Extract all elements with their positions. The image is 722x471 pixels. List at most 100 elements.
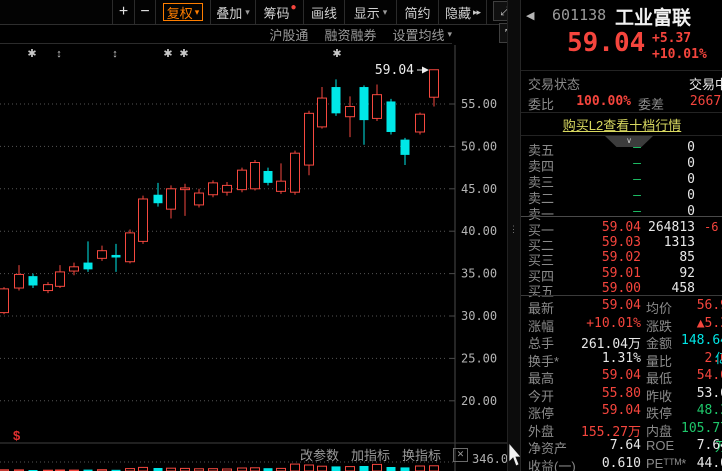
- draw-line-button[interactable]: 画线: [303, 0, 344, 24]
- buy-l2-link[interactable]: 购买L2查看十档行情: [521, 115, 722, 134]
- subheader-item-margin[interactable]: 融资融券: [324, 25, 376, 44]
- candle-body: [305, 113, 314, 165]
- weicha-value: 26676: [671, 94, 722, 109]
- y-axis-tick-label: 55.00: [461, 97, 497, 111]
- simple-mode-button[interactable]: 简约: [396, 0, 438, 24]
- chart-subheader: 沪股通 融资融券 设置均线▾: [0, 26, 452, 44]
- ask-row: 卖五 — 0: [521, 140, 722, 155]
- y-axis-tick-label: 35.00: [461, 267, 497, 281]
- chart-toolbar: + − 复权▾ 叠加▾ 筹码● 画线 显示▾ 简约 隐藏▸▸: [0, 0, 520, 25]
- event-marker-icon: ✱: [332, 48, 341, 60]
- y-axis-tick-label: 30.00: [461, 309, 497, 323]
- chevron-down-icon: ▾: [245, 7, 250, 18]
- volume-bar: [305, 465, 314, 471]
- candle-body: [126, 233, 135, 262]
- ask-row: 卖三 — 0: [521, 172, 722, 187]
- back-arrow-button[interactable]: ◀: [526, 9, 534, 22]
- level-price: 59.00: [581, 281, 641, 296]
- adjust-price-label: 复权: [167, 3, 193, 22]
- trade-status-label: 交易状态: [528, 74, 580, 93]
- stat-label-left: 外盘: [528, 421, 554, 440]
- price-arrow-icon: [422, 67, 429, 74]
- switch-indicator-button[interactable]: 换指标: [402, 445, 441, 464]
- hide-button[interactable]: 隐藏▸▸: [438, 0, 487, 24]
- chevron-down-icon: ▾: [383, 7, 388, 18]
- double-arrow-icon: ▸▸: [473, 7, 480, 18]
- close-indicator-button[interactable]: ✕: [453, 448, 468, 462]
- bid-row: 买二 59.03 1313: [521, 235, 722, 250]
- weibi-row: 委比 100.00% 委差 26676: [521, 94, 722, 112]
- candle-body: [387, 101, 396, 132]
- candle-body: [70, 267, 79, 271]
- stat-value-left: +10.01%: [569, 316, 641, 331]
- adjust-price-button[interactable]: 复权▾: [155, 0, 210, 24]
- divider-grip-icon[interactable]: ⋮⋮: [509, 227, 518, 243]
- level-price: 59.03: [581, 235, 641, 250]
- overlay-button[interactable]: 叠加▾: [210, 0, 255, 24]
- trade-status-row: 交易状态 交易中: [521, 74, 722, 92]
- candle-body: [318, 98, 327, 127]
- candle-body: [167, 189, 176, 209]
- candle-body: [195, 193, 204, 205]
- price-change: +5.37: [652, 31, 691, 46]
- stat-value-left: 261.04万: [569, 333, 641, 352]
- volume-bar: [360, 466, 369, 471]
- dollar-marker-icon: $: [13, 428, 21, 443]
- candle-body: [112, 255, 121, 258]
- chevron-down-icon: ▾: [195, 7, 200, 18]
- candle-body: [209, 183, 218, 195]
- level-volume: 0: [633, 140, 695, 155]
- volume-bar: [318, 466, 327, 471]
- candle-body: [401, 140, 410, 155]
- stat-row: 外盘 155.27万 内盘 105.77万: [521, 421, 722, 438]
- zoom-in-button[interactable]: +: [112, 0, 134, 24]
- subheader-item-ma-settings[interactable]: 设置均线▾: [392, 25, 452, 44]
- bid-row: 买四 59.01 92: [521, 266, 722, 281]
- subheader-item-hugutong[interactable]: 沪股通: [269, 25, 308, 44]
- candle-body: [223, 185, 232, 192]
- volume-bar: [430, 466, 439, 471]
- notification-dot-icon: ●: [290, 2, 296, 13]
- candle-body: [29, 276, 38, 285]
- volume-bar: [401, 467, 410, 471]
- change-params-button[interactable]: 改参数: [300, 445, 339, 464]
- display-button[interactable]: 显示▾: [344, 0, 396, 24]
- stock-name: 工业富联: [615, 3, 691, 30]
- stat-label-left: 最高: [528, 368, 554, 387]
- hide-label: 隐藏: [445, 3, 471, 22]
- stat-value-right: 48.3: [671, 403, 722, 418]
- stat-row: 涨停 59.04 跌停 48.3: [521, 403, 722, 420]
- candle-body: [430, 70, 439, 97]
- candle-body: [416, 114, 425, 132]
- stat-label-right: 内盘: [646, 421, 672, 440]
- add-indicator-button[interactable]: 加指标: [351, 445, 390, 464]
- ma-settings-label: 设置均线: [392, 25, 444, 44]
- event-marker-icon: ✱: [163, 48, 172, 60]
- chips-button[interactable]: 筹码●: [255, 0, 303, 24]
- candlestick-chart-canvas[interactable]: 55.0050.0045.0040.0035.0030.0025.0020.00…: [0, 45, 520, 471]
- stat-value-right: 44.0: [671, 456, 722, 471]
- display-label: 显示: [354, 3, 380, 22]
- y-axis-tick-label: 25.00: [461, 351, 497, 365]
- event-marker-icon: ↕: [112, 48, 118, 60]
- stat-value-right: 53.6: [671, 386, 722, 401]
- stat-label-right: 最低: [646, 368, 672, 387]
- ask-row: 卖四 — 0: [521, 156, 722, 171]
- stat-value-left: 1.31%: [569, 351, 641, 366]
- margin-label: 融资融券: [324, 25, 376, 44]
- ask-row: 卖二 — 0: [521, 188, 722, 203]
- stat-row: 最新 59.04 均价 56.9: [521, 298, 722, 315]
- weibi-value: 100.00%: [561, 94, 631, 109]
- volume-bar: [346, 467, 355, 471]
- stock-code: 601138: [552, 6, 606, 24]
- stat-label-left: 总手: [528, 333, 554, 352]
- y-axis-tick-label: 50.00: [461, 139, 497, 153]
- candle-body: [332, 87, 341, 113]
- price-change-percent: +10.01%: [652, 47, 707, 62]
- zoom-out-button[interactable]: −: [134, 0, 155, 24]
- level-price: —: [581, 172, 641, 187]
- candle-body: [360, 87, 369, 120]
- bid-row: 买一 59.04 264813 -6: [521, 220, 722, 235]
- level-price: —: [581, 140, 641, 155]
- stat-value-left: 55.80: [569, 386, 641, 401]
